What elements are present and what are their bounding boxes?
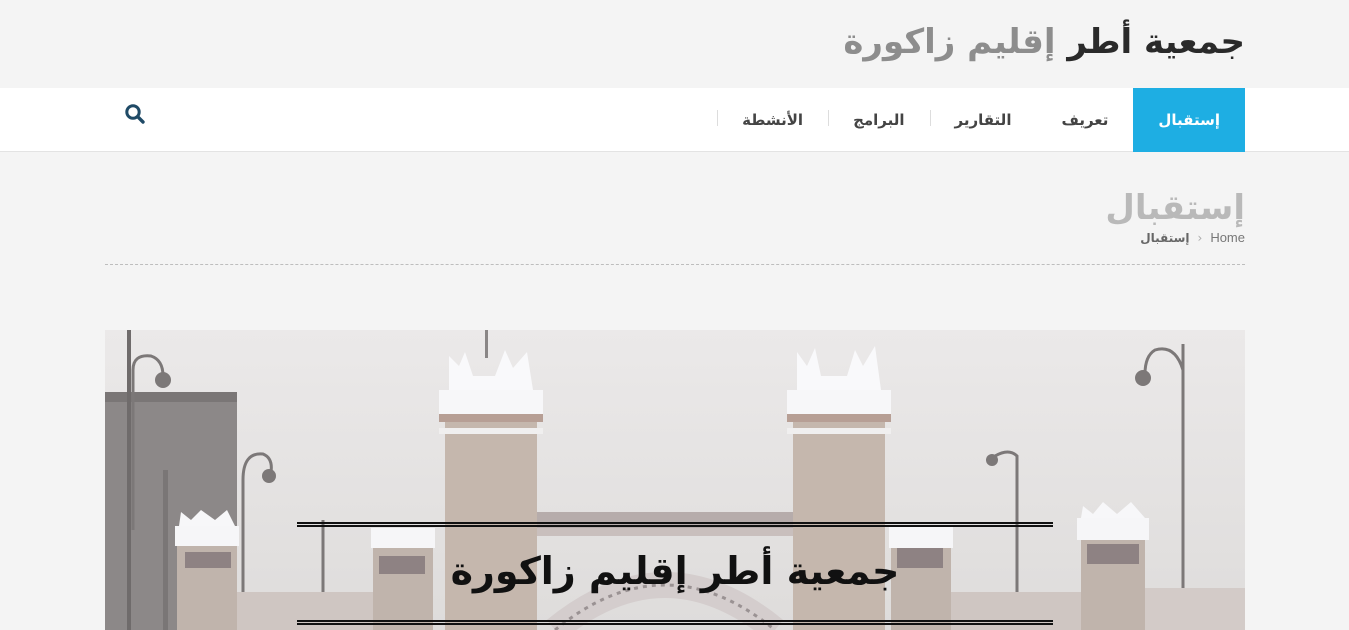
search-icon	[125, 104, 145, 124]
breadcrumb-separator: ›	[1197, 231, 1203, 245]
site-title-secondary: إقليم زاكورة	[843, 22, 1056, 62]
nav-item-programs[interactable]: البرامج	[828, 88, 929, 152]
section-divider	[105, 264, 1245, 265]
caption-bottom-rule	[297, 620, 1053, 625]
nav-item-activities[interactable]: الأنشطة	[717, 88, 828, 152]
nav-menu: إستقبال تعريف التقارير البرامج الأنشطة	[717, 88, 1245, 152]
breadcrumb-home-link[interactable]: Home	[1210, 229, 1245, 247]
nav-item-home[interactable]: إستقبال	[1133, 88, 1245, 152]
nav-item-about[interactable]: تعريف	[1036, 88, 1133, 152]
hero-caption: جمعية أطر إقليم زاكورة	[297, 522, 1053, 625]
search-button[interactable]	[123, 102, 147, 126]
hero-title: جمعية أطر إقليم زاكورة	[450, 549, 900, 593]
site-title-primary: جمعية أطر	[1067, 22, 1245, 62]
breadcrumb: Home › إستقبال	[1140, 229, 1245, 247]
site-header: جمعية أطر إقليم زاكورة	[0, 0, 1349, 88]
breadcrumb-current: إستقبال	[1140, 231, 1190, 245]
nav-item-reports[interactable]: التقارير	[929, 88, 1037, 152]
page-title: إستقبال	[1105, 188, 1245, 228]
site-title[interactable]: جمعية أطر إقليم زاكورة	[843, 20, 1245, 64]
main-navbar: إستقبال تعريف التقارير البرامج الأنشطة	[0, 88, 1349, 152]
caption-top-rule	[297, 522, 1053, 527]
